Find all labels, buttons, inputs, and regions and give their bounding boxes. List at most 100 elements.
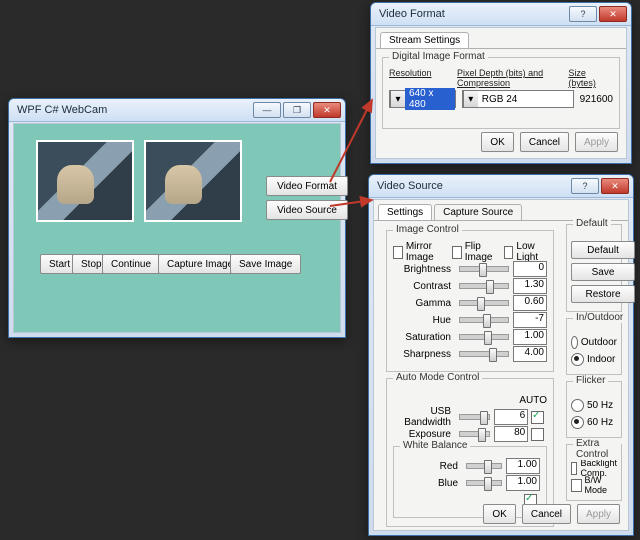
- mirror-checkbox[interactable]: [393, 246, 403, 259]
- usb-bandwidth-auto-checkbox[interactable]: [531, 411, 544, 424]
- exposure-slider[interactable]: [459, 431, 490, 437]
- lowlight-label: Low Light: [516, 241, 547, 263]
- usb-bandwidth-value: 6: [494, 409, 528, 425]
- main-client: Start Stop Continue Capture Image Save I…: [13, 123, 341, 333]
- wb-red-value: 1.00: [506, 458, 540, 474]
- source-titlebar[interactable]: Video Source ? ✕: [369, 175, 633, 198]
- sharpness-slider[interactable]: [459, 351, 509, 357]
- group-title: Default: [573, 218, 611, 229]
- tab-stream-settings[interactable]: Stream Settings: [380, 32, 469, 48]
- brightness-row: Brightness0: [393, 261, 547, 277]
- save-image-button[interactable]: Save Image: [230, 254, 301, 274]
- brightness-slider[interactable]: [459, 266, 509, 272]
- sharpness-value: 4.00: [513, 346, 547, 362]
- exposure-auto-checkbox[interactable]: [531, 428, 544, 441]
- group-title: Flicker: [573, 375, 608, 386]
- backlight-checkbox[interactable]: [571, 462, 577, 475]
- maximize-icon: ❐: [293, 105, 301, 116]
- outdoor-label: Outdoor: [581, 337, 617, 348]
- format-cancel-button[interactable]: Cancel: [520, 132, 569, 152]
- saturation-label: Saturation: [393, 332, 455, 343]
- source-apply-button[interactable]: Apply: [577, 504, 620, 524]
- source-title: Video Source: [373, 180, 569, 192]
- indoor-label: Indoor: [587, 354, 615, 365]
- group-title: Auto Mode Control: [393, 372, 482, 383]
- webcam-main-window: WPF C# WebCam — ❐ ✕ Start Stop Continue …: [8, 98, 346, 338]
- sharpness-label: Sharpness: [393, 349, 455, 360]
- maximize-button[interactable]: ❐: [283, 102, 311, 118]
- default-button[interactable]: Default: [571, 241, 635, 259]
- main-title: WPF C# WebCam: [13, 104, 251, 116]
- usb-bandwidth-slider[interactable]: [459, 414, 490, 420]
- tab-capture-source[interactable]: Capture Source: [434, 204, 522, 220]
- close-button[interactable]: ✕: [313, 102, 341, 118]
- preview-right: [144, 140, 242, 222]
- source-help-button[interactable]: ?: [571, 178, 599, 194]
- captured-image: [146, 142, 240, 220]
- source-cancel-button[interactable]: Cancel: [522, 504, 571, 524]
- video-source-button[interactable]: Video Source: [266, 200, 348, 220]
- save-button[interactable]: Save: [571, 263, 635, 281]
- sharpness-row: Sharpness 4.00: [393, 346, 547, 362]
- restore-button[interactable]: Restore: [571, 285, 635, 303]
- minimize-icon: —: [263, 105, 272, 115]
- close-icon: ✕: [611, 181, 619, 192]
- chevron-down-icon: ▾: [390, 91, 405, 107]
- contrast-value: 1.30: [513, 278, 547, 294]
- group-title: Digital Image Format: [389, 51, 488, 62]
- gamma-slider[interactable]: [459, 300, 509, 306]
- flip-checkbox[interactable]: [452, 246, 462, 259]
- contrast-slider[interactable]: [459, 283, 509, 289]
- format-title: Video Format: [375, 8, 567, 20]
- format-ok-button[interactable]: OK: [481, 132, 513, 152]
- hue-slider[interactable]: [459, 317, 509, 323]
- extra-control-group: Extra Control Backlight Comp. B/W Mode: [566, 444, 622, 501]
- indoor-radio[interactable]: [571, 353, 584, 366]
- main-titlebar[interactable]: WPF C# WebCam — ❐ ✕: [9, 99, 345, 122]
- hz50-label: 50 Hz: [587, 400, 613, 411]
- wb-red-label: Red: [400, 461, 462, 472]
- tab-settings[interactable]: Settings: [378, 204, 432, 220]
- format-close-button[interactable]: ✕: [599, 6, 627, 22]
- close-icon: ✕: [609, 9, 617, 20]
- bw-checkbox[interactable]: [571, 479, 582, 492]
- group-title: Extra Control: [573, 438, 621, 460]
- video-source-dialog: Video Source ? ✕ Settings Capture Source…: [368, 174, 634, 536]
- exposure-label: Exposure: [393, 429, 455, 440]
- usb-bandwidth-row: USB Bandwidth6: [393, 409, 547, 425]
- flicker-group: Flicker 50 Hz 60 Hz: [566, 381, 622, 438]
- wb-red-row: Red 1.00: [400, 458, 540, 474]
- format-titlebar[interactable]: Video Format ? ✕: [371, 3, 631, 26]
- close-icon: ✕: [323, 105, 331, 116]
- mirror-label: Mirror Image: [406, 241, 446, 263]
- wb-blue-label: Blue: [400, 478, 462, 489]
- source-close-button[interactable]: ✕: [601, 178, 629, 194]
- saturation-slider[interactable]: [459, 334, 509, 340]
- gamma-value: 0.60: [513, 295, 547, 311]
- outdoor-radio[interactable]: [571, 336, 578, 349]
- format-dialog-buttons: OK Cancel Apply: [481, 132, 618, 152]
- video-format-button[interactable]: Video Format: [266, 176, 348, 196]
- video-format-dialog: Video Format ? ✕ Stream Settings Digital…: [370, 2, 632, 164]
- hz60-radio[interactable]: [571, 416, 584, 429]
- default-group: Default Default Save Restore: [566, 224, 622, 312]
- wb-blue-row: Blue1.00: [400, 475, 540, 491]
- minimize-button[interactable]: —: [253, 102, 281, 118]
- format-client: Stream Settings Digital Image Format Res…: [375, 27, 627, 159]
- hdr-pixel-depth: Pixel Depth (bits) and Compression: [457, 68, 562, 88]
- help-icon: ?: [580, 9, 585, 19]
- format-apply-button[interactable]: Apply: [575, 132, 618, 152]
- wb-blue-slider[interactable]: [466, 480, 502, 486]
- chevron-down-icon: ▾: [463, 91, 478, 107]
- pixel-depth-combo[interactable]: ▾ RGB 24: [462, 90, 574, 108]
- hz50-radio[interactable]: [571, 399, 584, 412]
- continue-button[interactable]: Continue: [102, 254, 160, 274]
- lowlight-checkbox[interactable]: [504, 246, 514, 259]
- auto-header: AUTO: [519, 395, 547, 406]
- format-help-button[interactable]: ?: [569, 6, 597, 22]
- wb-red-slider[interactable]: [466, 463, 502, 469]
- source-ok-button[interactable]: OK: [483, 504, 515, 524]
- resolution-combo[interactable]: ▾ 640 x 480: [389, 90, 456, 108]
- hdr-size: Size (bytes): [568, 68, 613, 88]
- saturation-row: Saturation1.00: [393, 329, 547, 345]
